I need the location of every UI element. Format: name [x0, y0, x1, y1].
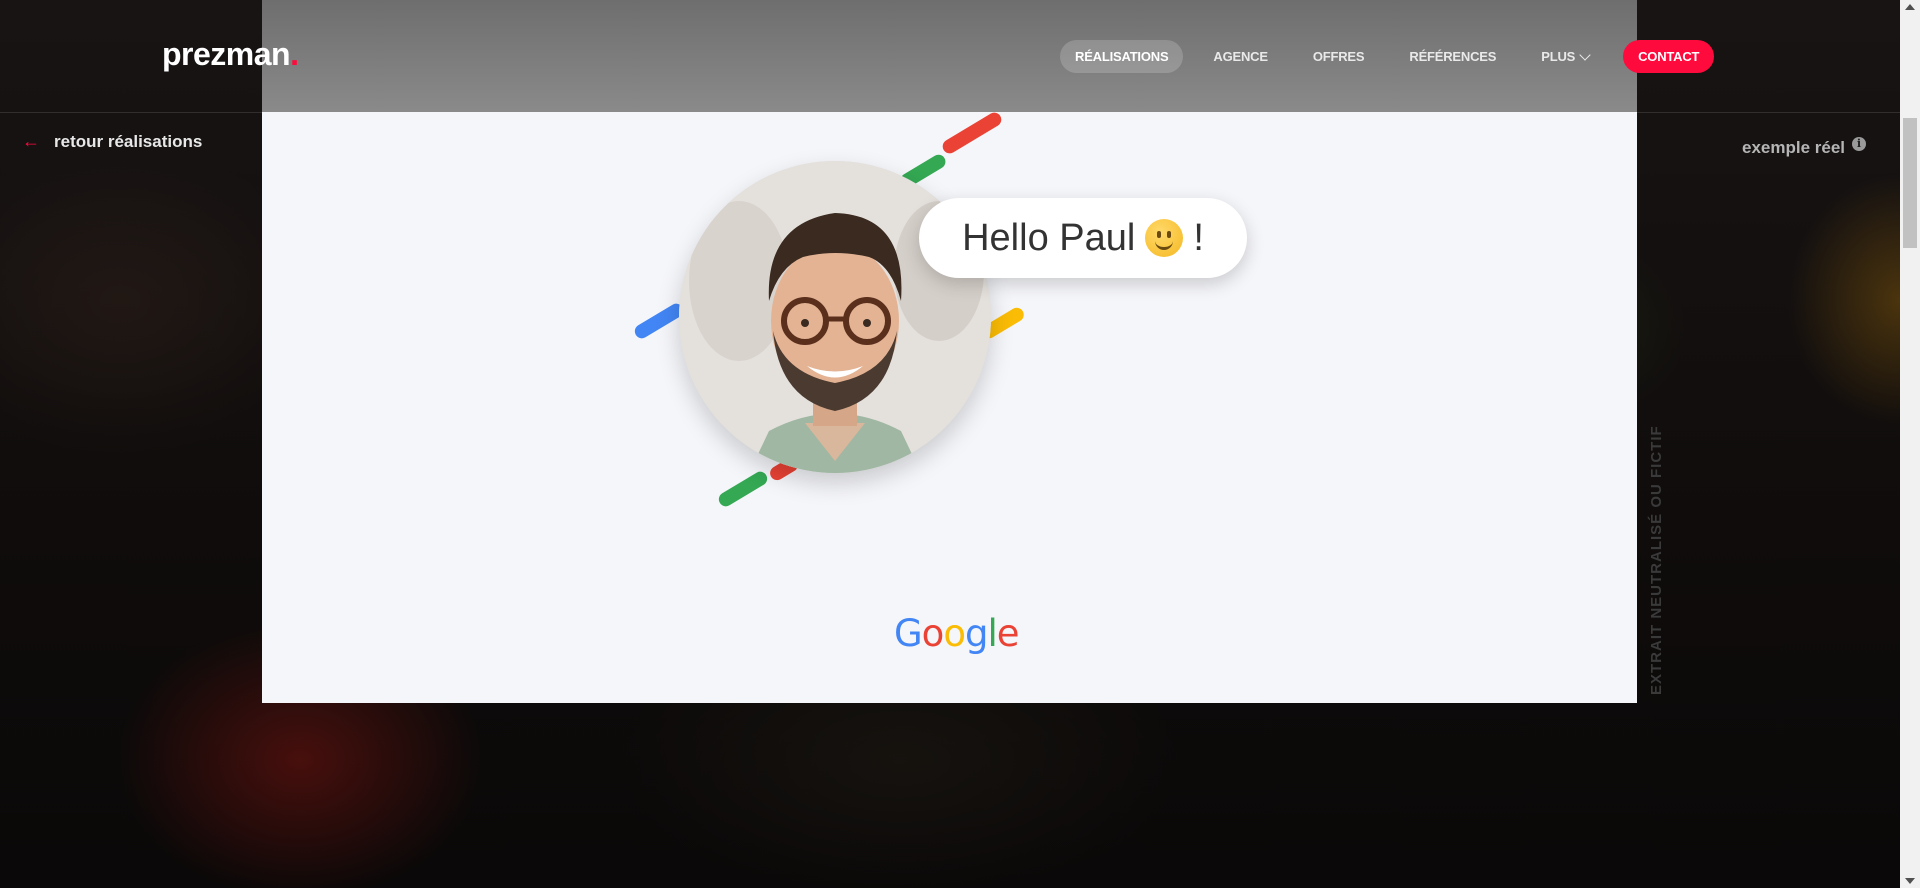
nav-item-label: RÉFÉRENCES [1409, 49, 1497, 64]
scroll-down-icon[interactable] [1905, 878, 1915, 884]
chevron-down-icon [1579, 48, 1591, 61]
greeting-text: Hello Paul [962, 216, 1136, 259]
green-stripe-bottom [716, 469, 770, 509]
nav-item-label: OFFRES [1312, 49, 1365, 64]
nav-item-references[interactable]: RÉFÉRENCES [1394, 40, 1511, 73]
nav-item-label: AGENCE [1213, 49, 1268, 64]
greeting-bubble: Hello Paul ! [919, 198, 1247, 278]
info-icon[interactable]: i [1852, 137, 1867, 151]
blue-stripe [632, 301, 686, 341]
nav-item-label: PLUS [1541, 49, 1576, 64]
red-stripe [940, 112, 1004, 156]
example-label-text: exemple réel [1742, 138, 1846, 157]
arrow-left-icon: ← [22, 131, 40, 151]
nav-item-offres[interactable]: OFFRES [1298, 40, 1380, 73]
site-header: prezman. RÉALISATIONS AGENCE OFFRES RÉFÉ… [0, 0, 1900, 113]
example-label: exemple réel i [1742, 137, 1867, 158]
google-logo: Google [894, 612, 1019, 655]
brand-logo[interactable]: prezman. [162, 36, 299, 73]
contact-button[interactable]: CONTACT [1623, 40, 1715, 73]
vertical-disclaimer: EXTRAIT NEUTRALISÉ OU FICTIF [1648, 425, 1665, 695]
page-scrollbar[interactable] [1900, 0, 1920, 888]
greeting-suffix: ! [1193, 216, 1204, 259]
project-preview-panel: Hello Paul ! Google [262, 112, 1637, 703]
scroll-thumb[interactable] [1903, 118, 1917, 248]
nav-item-realisations[interactable]: RÉALISATIONS [1060, 40, 1184, 73]
smiley-icon [1145, 219, 1184, 257]
nav-item-label: RÉALISATIONS [1075, 49, 1169, 64]
back-to-realisations-link[interactable]: ← retour réalisations [22, 131, 202, 152]
brand-dot: . [290, 36, 299, 72]
main-nav: RÉALISATIONS AGENCE OFFRES RÉFÉRENCES PL… [1060, 40, 1715, 73]
brand-name: prezman [162, 36, 291, 72]
nav-item-plus[interactable]: PLUS [1526, 40, 1604, 73]
nav-item-agence[interactable]: AGENCE [1198, 40, 1282, 73]
back-link-label: retour réalisations [54, 131, 203, 151]
scroll-up-icon[interactable] [1905, 4, 1915, 10]
